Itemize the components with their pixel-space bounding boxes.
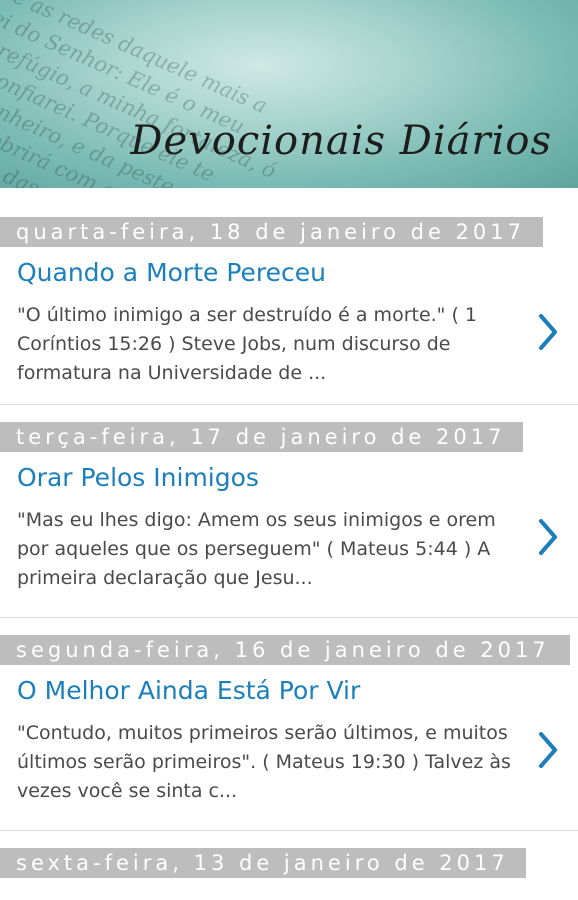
chevron-right-icon[interactable] — [536, 517, 560, 557]
header-banner: tes, e as redes daquele mais a Direi do … — [0, 0, 578, 188]
post-date: terça-feira, 17 de janeiro de 2017 — [0, 422, 523, 452]
post-title-link[interactable]: Quando a Morte Pereceu — [17, 255, 578, 291]
post-item[interactable]: quarta-feira, 18 de janeiro de 2017 Quan… — [0, 217, 578, 405]
post-excerpt: "O último inimigo a ser destruído é a mo… — [17, 304, 477, 384]
post-item[interactable]: sexta-feira, 13 de janeiro de 2017 — [0, 831, 578, 891]
chevron-right-icon[interactable] — [536, 730, 560, 770]
post-date: quarta-feira, 18 de janeiro de 2017 — [0, 217, 543, 247]
post-title-link[interactable]: O Melhor Ainda Está Por Vir — [17, 673, 578, 709]
post-date: segunda-feira, 16 de janeiro de 2017 — [0, 635, 570, 665]
post-title-link[interactable]: Orar Pelos Inimigos — [17, 460, 578, 496]
post-item[interactable]: terça-feira, 17 de janeiro de 2017 Orar … — [0, 405, 578, 618]
post-excerpt: "Contudo, muitos primeiros serão últimos… — [17, 722, 511, 802]
post-list: quarta-feira, 18 de janeiro de 2017 Quan… — [0, 217, 578, 891]
page-title: Devocionais Diários — [130, 118, 552, 164]
post-excerpt: "Mas eu lhes digo: Amem os seus inimigos… — [17, 509, 496, 589]
chevron-right-icon[interactable] — [536, 312, 560, 352]
post-item[interactable]: segunda-feira, 16 de janeiro de 2017 O M… — [0, 618, 578, 831]
post-date: sexta-feira, 13 de janeiro de 2017 — [0, 848, 526, 878]
